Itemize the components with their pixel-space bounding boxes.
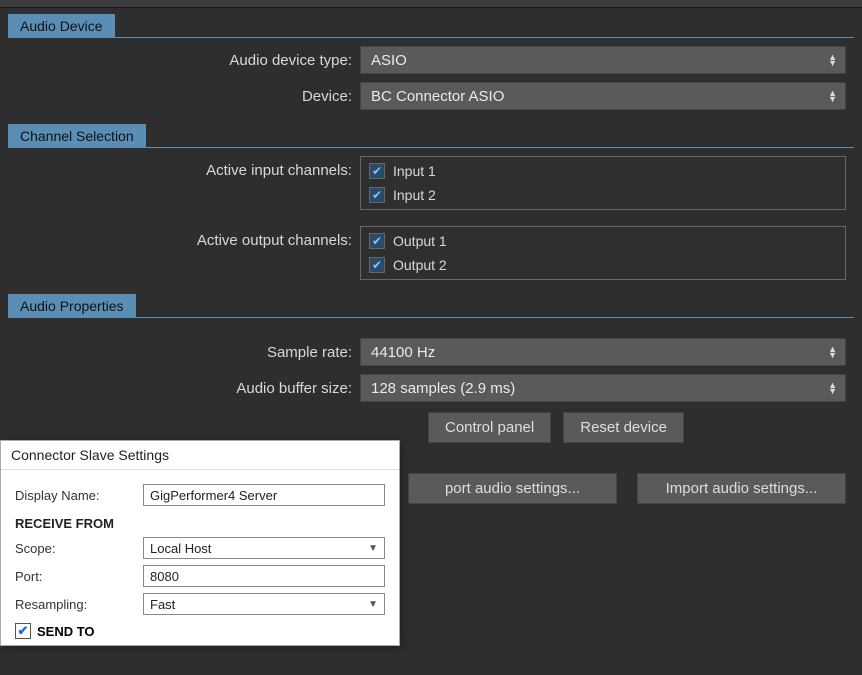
input-channels-box: ✔ Input 1 ✔ Input 2 xyxy=(360,156,846,210)
select-buffer-size[interactable]: 128 samples (2.9 ms) ▲▼ xyxy=(360,374,846,402)
output-channels-box: ✔ Output 1 ✔ Output 2 xyxy=(360,226,846,280)
select-value: ASIO xyxy=(371,52,407,69)
label-audio-device-type: Audio device type: xyxy=(8,52,360,69)
connector-slave-settings-dialog: Connector Slave Settings Display Name: R… xyxy=(0,440,400,646)
export-audio-settings-button[interactable]: port audio settings... xyxy=(408,473,617,504)
send-to-label: SEND TO xyxy=(37,624,95,639)
checkbox-icon: ✔ xyxy=(15,623,31,639)
label-scope: Scope: xyxy=(15,541,143,556)
channel-input-2[interactable]: ✔ Input 2 xyxy=(361,183,845,207)
control-panel-button[interactable]: Control panel xyxy=(428,412,551,443)
divider xyxy=(8,37,854,38)
select-scope[interactable]: Local Host ▼ xyxy=(143,537,385,559)
label-sample-rate: Sample rate: xyxy=(8,344,360,361)
select-value: Local Host xyxy=(150,541,211,556)
row-scope: Scope: Local Host ▼ xyxy=(15,537,385,559)
display-name-input[interactable] xyxy=(143,484,385,506)
section-header-audio-device: Audio Device xyxy=(8,14,115,38)
row-port: Port: xyxy=(15,565,385,587)
row-sample-rate: Sample rate: 44100 Hz ▲▼ xyxy=(8,338,854,366)
row-active-outputs: Active output channels: ✔ Output 1 ✔ Out… xyxy=(8,226,854,280)
row-active-inputs: Active input channels: ✔ Input 1 ✔ Input… xyxy=(8,156,854,210)
label-display-name: Display Name: xyxy=(15,488,143,503)
channel-label: Input 2 xyxy=(393,187,436,203)
label-resampling: Resampling: xyxy=(15,597,143,612)
section-header-audio-properties: Audio Properties xyxy=(8,294,136,318)
row-device: Device: BC Connector ASIO ▲▼ xyxy=(8,82,854,110)
select-value: Fast xyxy=(150,597,175,612)
section-audio-device: Audio Device Audio device type: ASIO ▲▼ … xyxy=(0,8,862,110)
select-value: 44100 Hz xyxy=(371,344,435,361)
port-input[interactable] xyxy=(143,565,385,587)
channel-output-2[interactable]: ✔ Output 2 xyxy=(361,253,845,277)
label-port: Port: xyxy=(15,569,143,584)
select-resampling[interactable]: Fast ▼ xyxy=(143,593,385,615)
channel-label: Output 1 xyxy=(393,233,447,249)
row-audio-device-type: Audio device type: ASIO ▲▼ xyxy=(8,46,854,74)
chevron-down-icon: ▼ xyxy=(368,543,378,554)
window-top-bar xyxy=(0,0,862,8)
updown-icon: ▲▼ xyxy=(828,54,837,66)
channel-input-1[interactable]: ✔ Input 1 xyxy=(361,159,845,183)
checkbox-icon: ✔ xyxy=(369,257,385,273)
receive-from-heading: RECEIVE FROM xyxy=(15,516,385,531)
select-sample-rate[interactable]: 44100 Hz ▲▼ xyxy=(360,338,846,366)
send-to-checkbox-row[interactable]: ✔ SEND TO xyxy=(15,623,385,639)
import-audio-settings-button[interactable]: Import audio settings... xyxy=(637,473,846,504)
device-buttons-row: Control panel Reset device xyxy=(428,412,854,443)
row-resampling: Resampling: Fast ▼ xyxy=(15,593,385,615)
dialog-body: Display Name: RECEIVE FROM Scope: Local … xyxy=(1,470,399,645)
section-header-channel-selection: Channel Selection xyxy=(8,124,146,148)
channel-label: Output 2 xyxy=(393,257,447,273)
section-channel-selection: Channel Selection Active input channels:… xyxy=(0,118,862,280)
checkbox-icon: ✔ xyxy=(369,163,385,179)
updown-icon: ▲▼ xyxy=(828,346,837,358)
updown-icon: ▲▼ xyxy=(828,382,837,394)
checkbox-icon: ✔ xyxy=(369,233,385,249)
label-active-inputs: Active input channels: xyxy=(8,156,360,179)
select-value: 128 samples (2.9 ms) xyxy=(371,380,515,397)
select-value: BC Connector ASIO xyxy=(371,88,504,105)
dialog-title: Connector Slave Settings xyxy=(1,441,399,470)
label-buffer-size: Audio buffer size: xyxy=(8,380,360,397)
row-display-name: Display Name: xyxy=(15,484,385,506)
select-audio-device-type[interactable]: ASIO ▲▼ xyxy=(360,46,846,74)
label-device: Device: xyxy=(8,88,360,105)
channel-label: Input 1 xyxy=(393,163,436,179)
reset-device-button[interactable]: Reset device xyxy=(563,412,684,443)
label-active-outputs: Active output channels: xyxy=(8,226,360,249)
row-buffer-size: Audio buffer size: 128 samples (2.9 ms) … xyxy=(8,374,854,402)
chevron-down-icon: ▼ xyxy=(368,599,378,610)
select-device[interactable]: BC Connector ASIO ▲▼ xyxy=(360,82,846,110)
checkbox-icon: ✔ xyxy=(369,187,385,203)
updown-icon: ▲▼ xyxy=(828,90,837,102)
channel-output-1[interactable]: ✔ Output 1 xyxy=(361,229,845,253)
